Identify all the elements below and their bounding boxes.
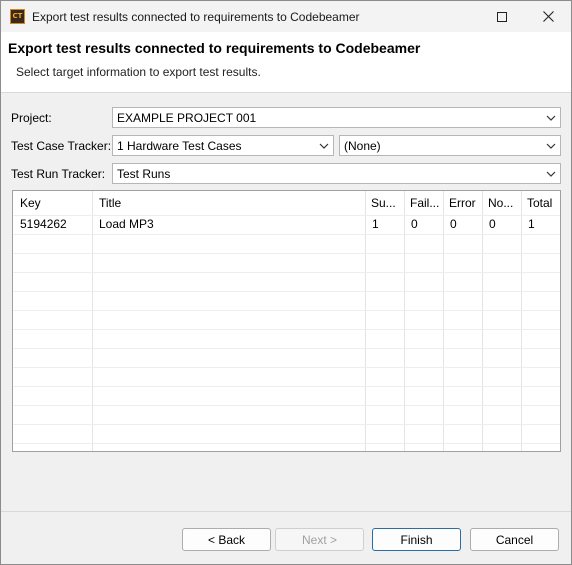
test-case-tracker-value: 1 Hardware Test Cases [117,139,242,153]
test-case-tracker-select[interactable]: 1 Hardware Test Cases [112,135,334,156]
project-label: Project: [11,111,52,125]
column-divider [404,191,405,451]
window-title: Export test results connected to require… [32,10,360,24]
row-divider [13,424,560,425]
row-divider [13,291,560,292]
project-value: EXAMPLE PROJECT 001 [117,111,257,125]
secondary-tracker-select[interactable]: (None) [339,135,561,156]
column-header-not-run[interactable]: No... [482,191,521,215]
maximize-button[interactable] [479,1,525,32]
column-divider [521,191,522,451]
close-icon [542,11,554,22]
cell-success: 1 [372,217,379,231]
maximize-icon [497,11,507,22]
row-divider [13,234,560,235]
cell-total: 1 [528,217,535,231]
column-header-success[interactable]: Su... [365,191,404,215]
row-divider [13,443,560,444]
cell-title: Load MP3 [99,217,154,231]
secondary-tracker-value: (None) [344,139,381,153]
results-table[interactable]: Key Title Su... Fail... Error No... Tota… [12,190,561,452]
row-divider [13,405,560,406]
test-case-tracker-label: Test Case Tracker: [11,139,112,153]
row-divider [13,272,560,273]
cell-not-run: 0 [489,217,496,231]
project-select[interactable]: EXAMPLE PROJECT 001 [112,107,561,128]
row-divider [13,329,560,330]
column-header-failed[interactable]: Fail... [404,191,443,215]
cancel-button[interactable]: Cancel [470,528,559,551]
column-divider [443,191,444,451]
column-header-total[interactable]: Total [521,191,560,215]
chevron-down-icon [319,143,329,149]
column-divider [365,191,366,451]
cell-error: 0 [450,217,457,231]
next-button[interactable]: Next > [275,528,364,551]
footer-divider [1,511,571,512]
test-run-tracker-select[interactable]: Test Runs [112,163,561,184]
finish-button[interactable]: Finish [372,528,461,551]
close-button[interactable] [525,1,571,32]
column-divider [482,191,483,451]
column-divider [92,191,93,451]
test-run-tracker-label: Test Run Tracker: [11,167,106,181]
row-divider [13,367,560,368]
page-subtitle: Select target information to export test… [16,65,261,79]
column-header-title[interactable]: Title [92,191,365,215]
chevron-down-icon [546,115,556,121]
back-button[interactable]: < Back [182,528,271,551]
chevron-down-icon [546,143,556,149]
header-divider [1,92,571,93]
column-header-key[interactable]: Key [13,191,92,215]
title-bar: CT Export test results connected to requ… [1,1,571,32]
row-divider [13,253,560,254]
page-title: Export test results connected to require… [8,40,421,56]
row-divider [13,215,560,216]
app-icon: CT [10,9,25,24]
cell-key: 5194262 [20,217,67,231]
wizard-header: Export test results connected to require… [1,32,571,92]
export-dialog: CT Export test results connected to requ… [0,0,572,565]
column-header-error[interactable]: Error [443,191,482,215]
test-run-tracker-value: Test Runs [117,167,171,181]
row-divider [13,310,560,311]
cell-failed: 0 [411,217,418,231]
row-divider [13,386,560,387]
row-divider [13,348,560,349]
chevron-down-icon [546,171,556,177]
